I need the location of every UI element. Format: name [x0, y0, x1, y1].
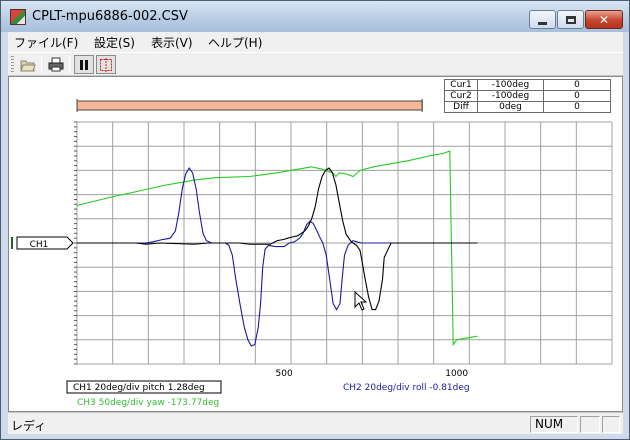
menu-settings[interactable]: 設定(S): [94, 34, 135, 51]
toolbar-separator: [69, 56, 70, 73]
status-pane-empty: [602, 416, 620, 433]
open-folder-button[interactable]: [18, 55, 38, 74]
app-window: CPLT-mpu6886-002.CSV ✕ ファイル(F) 設定(S) 表示(…: [0, 0, 630, 440]
maximize-icon: [565, 15, 576, 24]
status-pane-empty: [580, 416, 600, 433]
minimize-button[interactable]: [529, 10, 556, 29]
channel-marker-label: CH1: [30, 240, 49, 250]
status-bar: レディ NUM: [8, 412, 623, 434]
app-icon[interactable]: [10, 9, 26, 25]
maximize-button[interactable]: [557, 10, 584, 29]
cursor-label: Cur2: [444, 90, 478, 102]
legend-ch3: CH3 50deg/div yaw -173.77deg: [77, 398, 219, 408]
window-title: CPLT-mpu6886-002.CSV: [32, 9, 188, 24]
pause-icon: [80, 59, 88, 70]
cursor-time: -100deg: [477, 90, 544, 102]
cursor-select-button[interactable]: [96, 55, 116, 74]
cursor-row-cur2: Cur2 -100deg 0: [444, 90, 611, 102]
open-folder-icon: [20, 60, 36, 71]
cursor-row-diff: Diff 0deg 0: [444, 101, 611, 113]
cursor-select-icon: [100, 57, 112, 72]
cursor-row-cur1: Cur1 -100deg 0: [444, 79, 611, 91]
num-lock-indicator: NUM: [530, 416, 578, 433]
x-tick-label: 500: [276, 369, 293, 379]
mouse-pointer-icon: [354, 290, 368, 311]
close-button[interactable]: ✕: [585, 10, 623, 29]
cursor-value: 0: [543, 101, 611, 113]
minimize-icon: [538, 21, 547, 25]
menu-view[interactable]: 表示(V): [151, 34, 193, 51]
legend-ch2: CH2 20deg/div roll -0.81deg: [343, 383, 470, 393]
toolbar: [8, 52, 623, 76]
range-bar[interactable]: [76, 100, 423, 111]
cursor-time: 0deg: [477, 101, 544, 113]
toolbar-separator: [41, 56, 42, 73]
title-bar[interactable]: CPLT-mpu6886-002.CSV ✕: [1, 1, 629, 32]
close-icon: ✕: [598, 12, 610, 27]
x-tick-label: 1000: [445, 369, 468, 379]
cursor-label: Cur1: [444, 79, 478, 91]
plot-area[interactable]: 500 1000 CH1 CH1 20deg/div pitch 1.28deg CH2…: [8, 76, 623, 412]
print-button[interactable]: [46, 55, 66, 74]
waveform-plot[interactable]: 500 1000 CH1 CH1 20deg/div pitch 1.28deg CH2…: [9, 77, 622, 411]
cursor-time: -100deg: [477, 79, 544, 91]
pause-button[interactable]: [74, 55, 94, 74]
menu-help[interactable]: ヘルプ(H): [208, 34, 262, 51]
cursor-value: 0: [543, 79, 611, 91]
legend-ch1: CH1 20deg/div pitch 1.28deg: [73, 383, 205, 393]
status-text: レディ: [11, 419, 47, 433]
cursor-label: Diff: [444, 101, 478, 113]
cursor-value: 0: [543, 90, 611, 102]
menu-file[interactable]: ファイル(F): [14, 34, 78, 51]
toolbar-grip[interactable]: [11, 56, 14, 73]
menu-bar: ファイル(F) 設定(S) 表示(V) ヘルプ(H): [8, 32, 623, 52]
print-icon: [48, 57, 64, 72]
cursor-readout-table: Cur1 -100deg 0 Cur2 -100deg 0 Diff 0deg …: [444, 79, 611, 113]
ch1-pitch-line[interactable]: [77, 167, 478, 311]
